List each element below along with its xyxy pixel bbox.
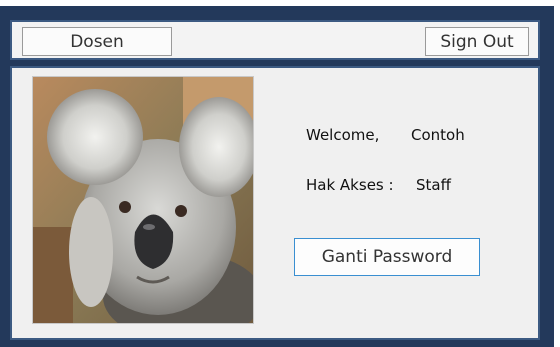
dosen-button[interactable]: Dosen [22, 27, 172, 56]
access-value: Staff [416, 176, 451, 194]
user-name: Contoh [411, 126, 465, 144]
app-window: Dosen Sign Out Welcome, Contoh Hak Akses… [0, 6, 554, 347]
top-bar: Dosen Sign Out [10, 20, 540, 60]
change-password-button[interactable]: Ganti Password [294, 238, 480, 276]
access-label: Hak Akses : [306, 176, 394, 194]
sign-out-button[interactable]: Sign Out [425, 27, 529, 56]
koala-photo-icon [33, 77, 253, 323]
welcome-label: Welcome, [306, 126, 380, 144]
profile-panel: Welcome, Contoh Hak Akses : Staff Ganti … [10, 66, 540, 340]
profile-photo [32, 76, 254, 324]
